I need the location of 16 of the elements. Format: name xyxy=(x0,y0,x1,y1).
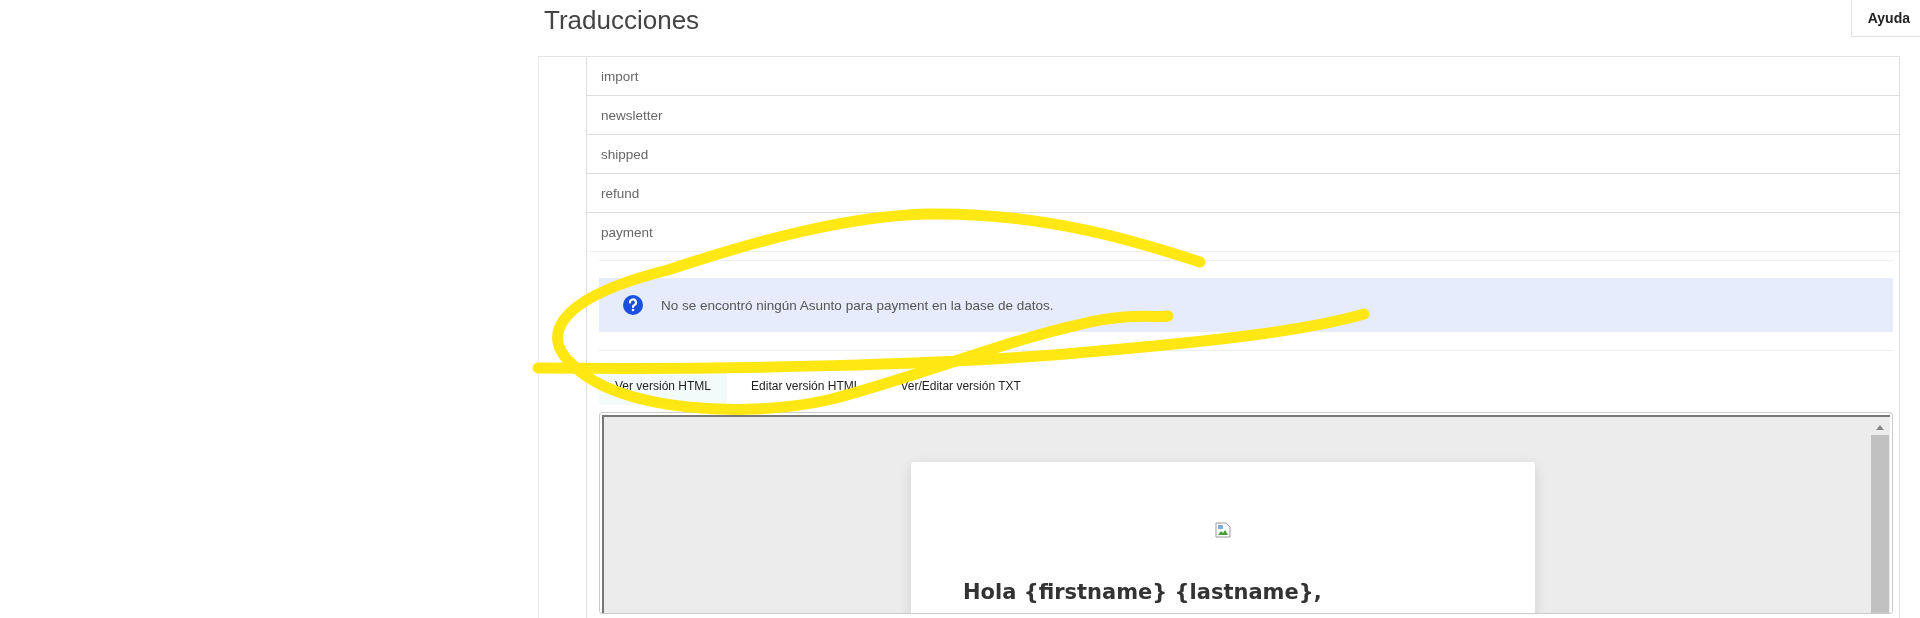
template-row[interactable]: import xyxy=(587,57,1899,96)
template-row[interactable]: refund xyxy=(587,174,1899,213)
template-row[interactable]: payment xyxy=(587,213,1899,252)
help-button[interactable]: Ayuda xyxy=(1850,0,1920,37)
page-title: Traducciones xyxy=(544,4,700,37)
template-name[interactable]: import xyxy=(601,68,639,84)
editor-tab[interactable]: Editar versión HTML xyxy=(735,367,877,405)
template-name[interactable]: newsletter xyxy=(601,107,663,123)
greeting-text: Hola {firstname} {lastname}, xyxy=(963,580,1322,604)
editor-tab[interactable]: Ver/Editar versión TXT xyxy=(884,367,1037,405)
template-row[interactable]: shipped xyxy=(587,135,1899,174)
alert-message: No se encontró ningún Asunto para payment en la base de datos. xyxy=(661,297,1054,313)
template-row[interactable]: newsletter xyxy=(587,96,1899,135)
template-name[interactable]: payment xyxy=(601,224,653,240)
template-name[interactable]: shipped xyxy=(601,146,649,162)
template-name[interactable]: refund xyxy=(601,185,640,201)
